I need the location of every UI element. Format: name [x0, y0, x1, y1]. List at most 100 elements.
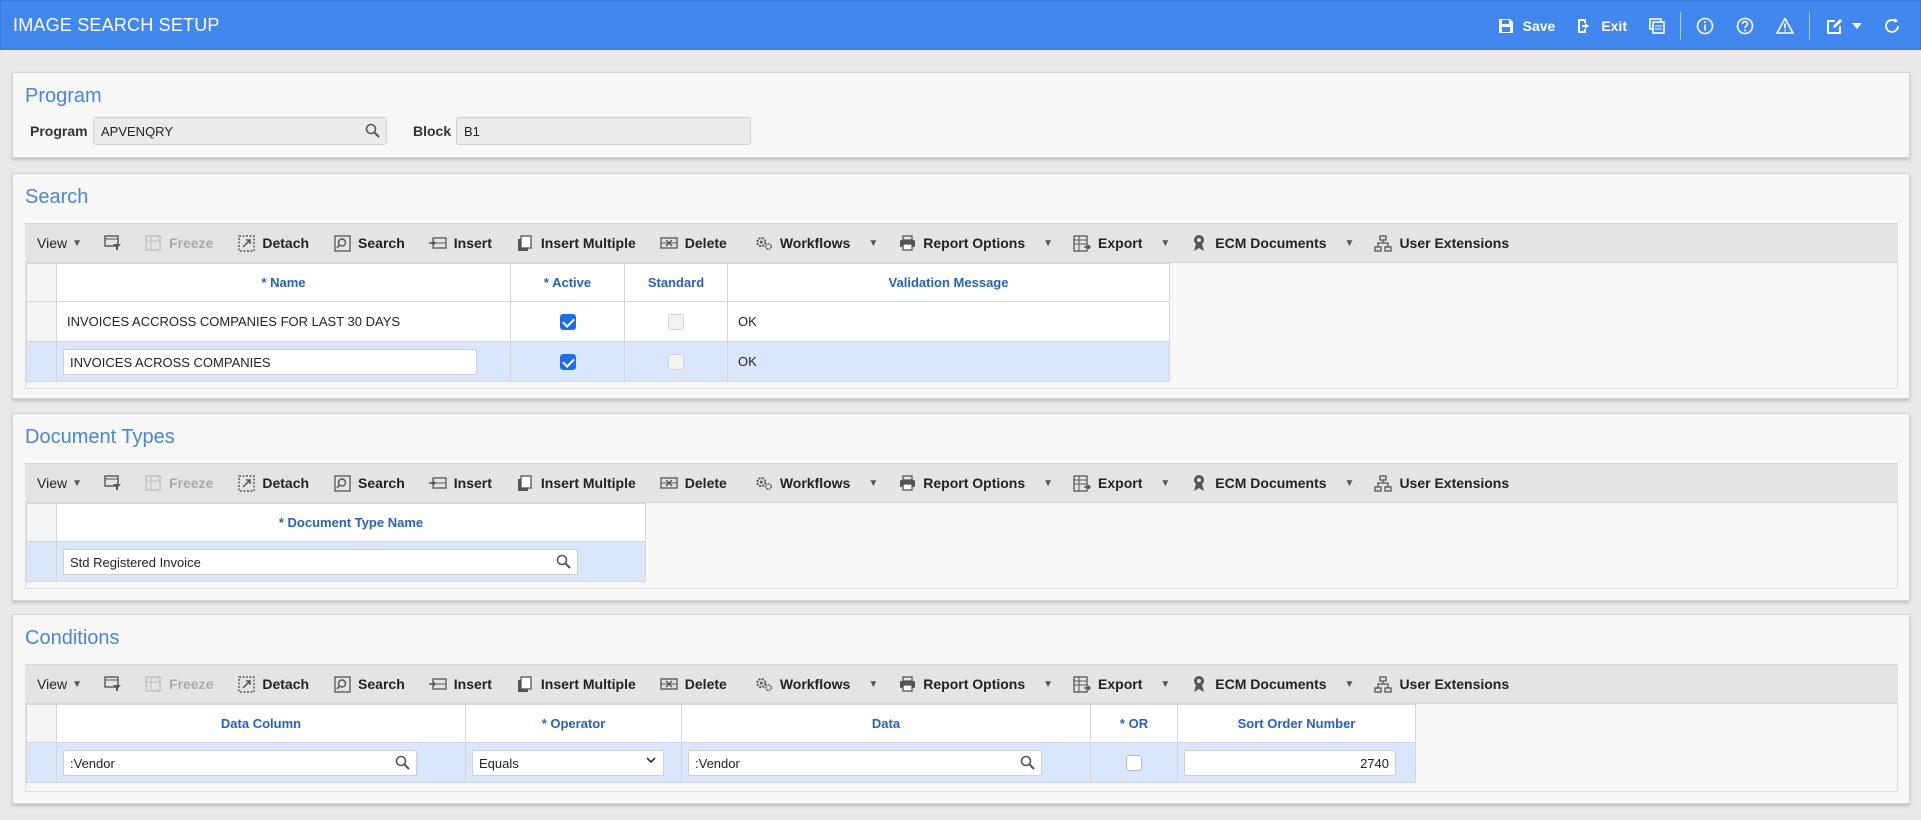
column-header-name[interactable]: * Name [56, 263, 511, 302]
workflows-button[interactable]: Workflows [739, 223, 863, 263]
ecm-documents-dropdown[interactable]: ▼ [1339, 664, 1363, 704]
delete-button[interactable]: Delete [648, 664, 739, 704]
document-types-grid: * Document Type Name Std Registered Invo… [26, 503, 646, 582]
data-column-input[interactable]: :Vendor [63, 749, 417, 776]
search-button[interactable]: Search [321, 463, 417, 503]
active-checkbox[interactable] [559, 313, 576, 330]
data-input[interactable]: :Vendor [688, 749, 1042, 776]
workflows-button[interactable]: Workflows [739, 664, 863, 704]
report-options-label: Report Options [923, 235, 1026, 251]
insert-multiple-button[interactable]: Insert Multiple [504, 223, 648, 263]
user-extensions-button[interactable]: User Extensions [1362, 223, 1521, 263]
column-header-operator[interactable]: * Operator [465, 704, 682, 743]
export-dropdown[interactable]: ▼ [1154, 664, 1178, 704]
refresh-button[interactable] [1872, 1, 1912, 51]
search-icon[interactable] [365, 123, 380, 141]
delete-button[interactable]: Delete [648, 463, 739, 503]
column-header-or[interactable]: * OR [1090, 704, 1178, 743]
ecm-documents-button[interactable]: ECM Documents [1178, 664, 1338, 704]
search-button[interactable]: Search [321, 223, 417, 263]
ecm-documents-button[interactable]: ECM Documents [1178, 463, 1338, 503]
name-cell[interactable]: INVOICES ACCROSS COMPANIES FOR LAST 30 D… [56, 301, 511, 342]
search-icon[interactable] [395, 755, 410, 773]
column-header-data-column[interactable]: Data Column [56, 704, 466, 743]
ecm-documents-button[interactable]: ECM Documents [1178, 223, 1338, 263]
table-row[interactable]: Std Registered Invoice [26, 541, 646, 582]
insert-button[interactable]: Insert [417, 223, 504, 263]
delete-button[interactable]: Delete [648, 223, 739, 263]
help-button[interactable] [1725, 1, 1765, 51]
export-button[interactable]: Export [1061, 664, 1154, 704]
view-menu-button[interactable]: View ▼ [25, 463, 94, 503]
or-checkbox[interactable] [1126, 754, 1142, 771]
operator-select[interactable]: Equals [472, 749, 664, 776]
table-row[interactable]: INVOICES ACCROSS COMPANIES FOR LAST 30 D… [26, 301, 1170, 342]
document-type-input[interactable]: Std Registered Invoice [63, 548, 578, 575]
print-button[interactable] [1636, 1, 1676, 51]
search-button[interactable]: Search [321, 664, 417, 704]
detach-button[interactable]: Detach [225, 664, 321, 704]
export-button[interactable]: Export [1061, 223, 1154, 263]
search-icon[interactable] [1020, 755, 1035, 773]
edit-menu-button[interactable] [1814, 1, 1872, 51]
column-header-active[interactable]: * Active [510, 263, 625, 302]
filter-button[interactable] [94, 664, 132, 704]
detach-button[interactable]: Detach [225, 223, 321, 263]
column-header-standard[interactable]: Standard [624, 263, 728, 302]
report-options-button[interactable]: Report Options [886, 463, 1037, 503]
filter-button[interactable] [94, 463, 132, 503]
export-button[interactable]: Export [1061, 463, 1154, 503]
program-field[interactable]: APVENQRY [93, 117, 387, 145]
search-icon[interactable] [556, 554, 571, 572]
report-options-dropdown[interactable]: ▼ [1037, 463, 1061, 503]
row-selector[interactable] [26, 541, 57, 582]
user-extensions-button[interactable]: User Extensions [1362, 463, 1521, 503]
freeze-button[interactable]: Freeze [132, 463, 225, 503]
name-input[interactable]: INVOICES ACROSS COMPANIES [63, 348, 477, 375]
column-header-sort-order-number[interactable]: Sort Order Number [1177, 704, 1416, 743]
row-selector[interactable] [26, 301, 57, 342]
help-icon [1734, 15, 1756, 37]
column-header-document-type-name[interactable]: * Document Type Name [56, 503, 646, 542]
ecm-documents-dropdown[interactable]: ▼ [1339, 463, 1363, 503]
exit-button[interactable]: Exit [1564, 1, 1636, 51]
row-selector[interactable] [26, 341, 57, 382]
sort-order-input[interactable]: 2740 [1184, 749, 1396, 776]
workflows-button[interactable]: Workflows [739, 463, 863, 503]
export-dropdown[interactable]: ▼ [1154, 223, 1178, 263]
freeze-button[interactable]: Freeze [132, 664, 225, 704]
table-row[interactable]: :Vendor Equals:Vendor 2740 [26, 742, 1416, 783]
detach-button[interactable]: Detach [225, 463, 321, 503]
insert-button[interactable]: Insert [417, 664, 504, 704]
filter-button[interactable] [94, 223, 132, 263]
freeze-button[interactable]: Freeze [132, 223, 225, 263]
ecm-documents-dropdown[interactable]: ▼ [1339, 223, 1363, 263]
insert-multiple-button[interactable]: Insert Multiple [504, 463, 648, 503]
table-row[interactable]: INVOICES ACROSS COMPANIES OK [26, 341, 1170, 382]
active-checkbox[interactable] [559, 353, 576, 370]
column-header-validation-message[interactable]: Validation Message [727, 263, 1170, 302]
info-button[interactable] [1685, 1, 1725, 51]
insert-multiple-button[interactable]: Insert Multiple [504, 664, 648, 704]
view-menu-button[interactable]: View ▼ [25, 664, 94, 704]
save-button[interactable]: Save [1486, 1, 1565, 51]
workflows-dropdown[interactable]: ▼ [862, 664, 886, 704]
search-panel-title: Search [25, 186, 89, 208]
user-extensions-button[interactable]: User Extensions [1362, 664, 1521, 704]
chevron-down-icon: ▼ [1043, 477, 1054, 489]
insert-button[interactable]: Insert [417, 463, 504, 503]
workflows-dropdown[interactable]: ▼ [862, 223, 886, 263]
view-menu-button[interactable]: View ▼ [25, 223, 94, 263]
report-options-button[interactable]: Report Options [886, 664, 1037, 704]
report-options-button[interactable]: Report Options [886, 223, 1037, 263]
report-options-dropdown[interactable]: ▼ [1037, 223, 1061, 263]
data-value: :Vendor [695, 755, 740, 771]
workflows-dropdown[interactable]: ▼ [862, 463, 886, 503]
column-header-data[interactable]: Data [681, 704, 1091, 743]
warning-button[interactable] [1765, 1, 1805, 51]
row-selector[interactable] [26, 742, 57, 783]
chevron-down-icon: ▼ [1344, 477, 1355, 489]
report-options-dropdown[interactable]: ▼ [1037, 664, 1061, 704]
print-icon [898, 675, 916, 693]
export-dropdown[interactable]: ▼ [1154, 463, 1178, 503]
